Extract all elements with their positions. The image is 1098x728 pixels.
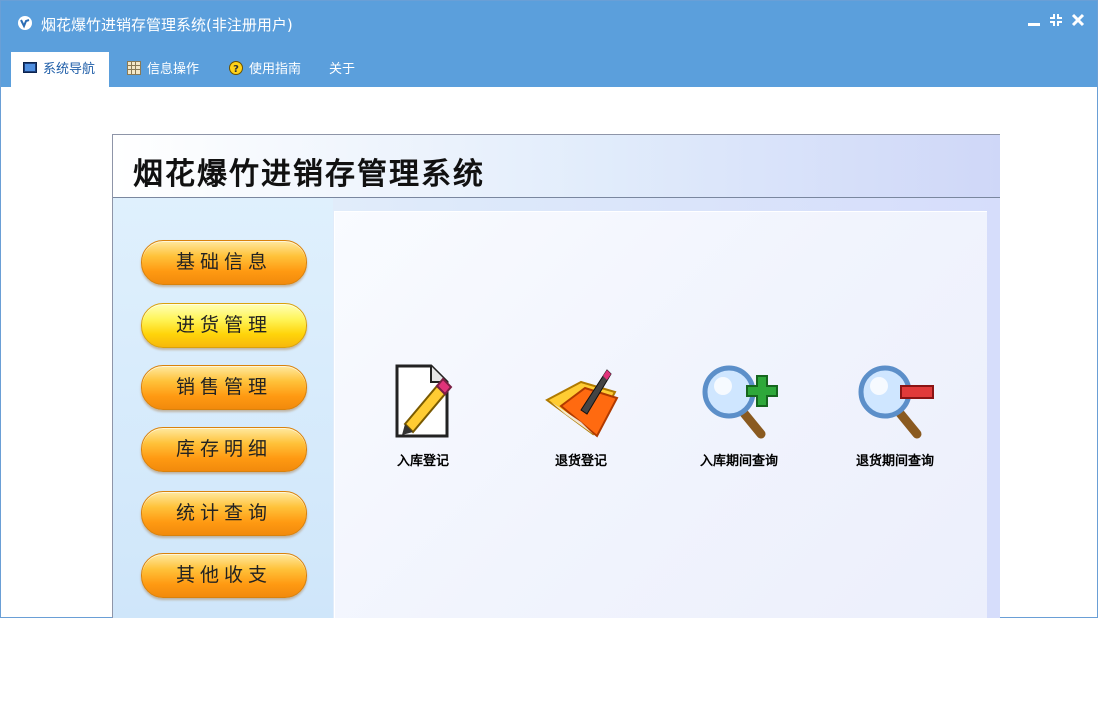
navigation-panel: 烟花爆竹进销存管理系统 基础信息 进货管理 销售管理 库存明细 统计查询 其他收… [112,134,1000,618]
grid-icon [127,61,141,75]
panel-title: 烟花爆竹进销存管理系统 [133,157,485,192]
nav-statistics-query-button[interactable]: 统计查询 [141,491,307,536]
pencil-document-icon [395,364,453,438]
content-area: 烟花爆竹进销存管理系统 基础信息 进货管理 销售管理 库存明细 统计查询 其他收… [1,87,1097,618]
tab-label: 系统导航 [43,62,96,77]
function-label: 入库期间查询 [699,454,778,469]
app-window: 烟花爆竹进销存管理系统(非注册用户) 系统导航 信息操作 ? 使用指南 关于 烟… [0,0,1098,618]
panel-header: 烟花爆竹进销存管理系统 [113,135,1000,198]
restore-button[interactable] [1047,11,1065,33]
module-sidebar: 基础信息 进货管理 销售管理 库存明细 统计查询 其他收支 [113,198,333,618]
app-logo-icon [18,16,32,30]
tab-label: 信息操作 [147,62,200,77]
close-icon [1071,13,1085,27]
return-period-query-button[interactable]: 退货期间查询 [835,362,955,469]
tab-user-guide[interactable]: ? 使用指南 [229,52,301,87]
function-label: 入库登记 [396,454,449,469]
nav-purchase-management-button[interactable]: 进货管理 [141,303,307,348]
svg-text:?: ? [233,64,239,75]
nav-other-income-expense-button[interactable]: 其他收支 [141,553,307,598]
tab-info-operations[interactable]: 信息操作 [127,52,199,87]
tab-system-navigation[interactable]: 系统导航 [11,52,109,87]
minimize-button[interactable] [1025,11,1043,33]
return-register-button[interactable]: 退货登记 [521,362,641,469]
function-area: 入库登记 退货登记 入库期间查询 退货期间查询 [334,211,987,618]
tab-label: 使用指南 [249,62,302,77]
restore-icon [1050,14,1062,26]
tab-label: 关于 [329,62,356,77]
window-title: 烟花爆竹进销存管理系统(非注册用户) [41,16,293,34]
help-icon: ? [229,61,243,75]
folder-pen-icon [545,369,619,438]
minimize-icon [1028,23,1040,26]
stock-in-period-query-button[interactable]: 入库期间查询 [679,362,799,469]
tab-about[interactable]: 关于 [329,52,355,87]
nav-sales-management-button[interactable]: 销售管理 [141,365,307,410]
title-bar: 烟花爆竹进销存管理系统(非注册用户) 系统导航 信息操作 ? 使用指南 关于 [1,1,1097,87]
function-label: 退货期间查询 [855,454,934,469]
magnifier-minus-icon [858,365,934,439]
monitor-icon [23,62,37,73]
function-label: 退货登记 [554,454,607,469]
stock-in-register-button[interactable]: 入库登记 [363,362,483,469]
close-button[interactable] [1069,11,1087,33]
nav-basic-info-button[interactable]: 基础信息 [141,240,307,285]
nav-inventory-details-button[interactable]: 库存明细 [141,427,307,472]
magnifier-plus-icon [702,365,778,439]
